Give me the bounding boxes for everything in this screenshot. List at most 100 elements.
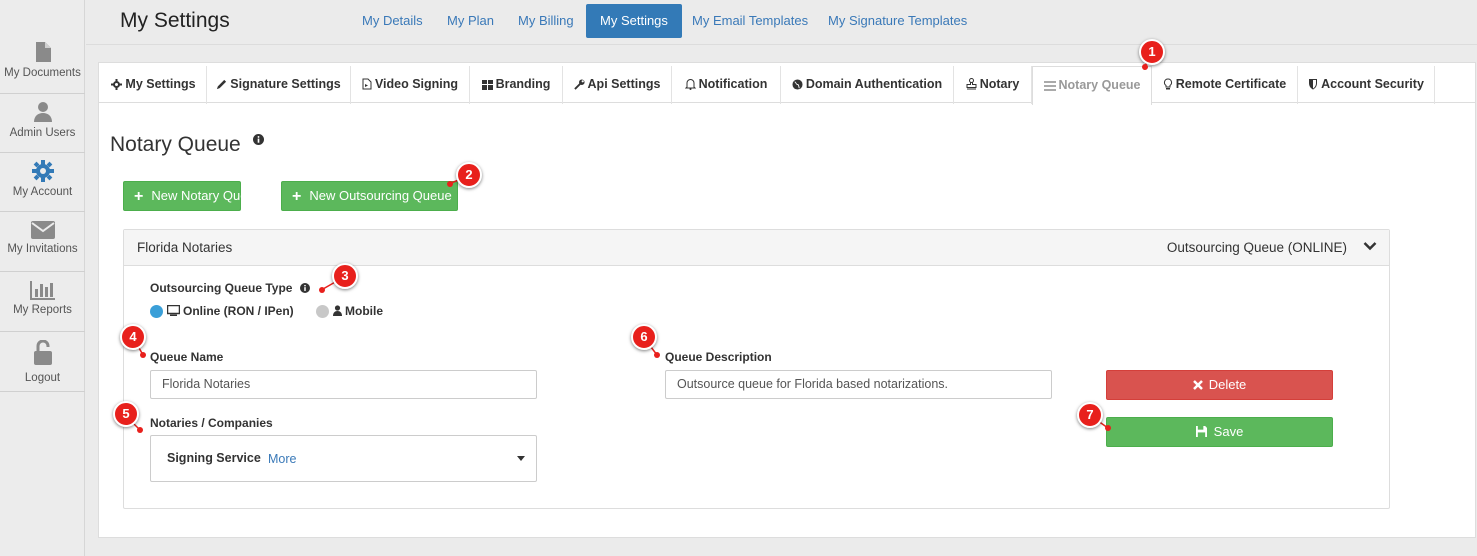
- queue-type-label-text: Outsourcing Queue Type: [150, 281, 293, 295]
- callout-dot-2: [447, 181, 453, 187]
- nav-my-billing[interactable]: My Billing: [504, 4, 588, 38]
- radio-online[interactable]: [150, 305, 163, 318]
- top-header: My Settings My Details My Plan My Billin…: [86, 0, 1477, 45]
- sidebar-item-label: My Documents: [4, 67, 81, 79]
- tab-my-settings[interactable]: My Settings: [101, 66, 207, 104]
- settings-panel: My Settings Signature Settings Video Sig…: [98, 62, 1476, 538]
- sidebar-item-label: Admin Users: [9, 127, 76, 139]
- callout-marker-4: 4: [120, 324, 146, 350]
- callout-dot-5: [137, 427, 143, 433]
- callout-marker-5: 5: [113, 401, 139, 427]
- queue-description-label: Queue Description: [665, 350, 772, 364]
- plus-icon: +: [292, 188, 302, 205]
- sidebar-item-my-documents[interactable]: My Documents: [0, 34, 85, 94]
- tab-label: Api Settings: [587, 77, 661, 91]
- tab-notary-queue[interactable]: Notary Queue: [1032, 66, 1152, 105]
- tab-label: Notary Queue: [1058, 78, 1141, 92]
- gear-icon: [111, 79, 123, 90]
- settings-tabs: My Settings Signature Settings Video Sig…: [99, 63, 1475, 105]
- tab-video-signing[interactable]: Video Signing: [351, 66, 470, 104]
- callout-marker-7: 7: [1077, 402, 1103, 428]
- info-icon[interactable]: [252, 134, 264, 145]
- list-icon: [1043, 81, 1056, 91]
- button-label: New Notary Queue: [151, 188, 262, 203]
- gear-icon: [31, 160, 54, 182]
- radio-online-text: Online (RON / IPen): [183, 304, 294, 318]
- button-label: Save: [1213, 424, 1244, 439]
- tab-branding[interactable]: Branding: [470, 66, 563, 104]
- sidebar-item-my-reports[interactable]: My Reports: [0, 272, 85, 332]
- callout-marker-3: 3: [332, 263, 358, 289]
- queue-name-input[interactable]: Florida Notaries: [150, 370, 537, 399]
- button-label: New Outsourcing Queue: [309, 188, 452, 203]
- nav-my-signature-templates[interactable]: My Signature Templates: [814, 4, 981, 38]
- sidebar: My Documents Admin Users My Account My I…: [0, 0, 85, 556]
- delete-button[interactable]: Delete: [1106, 370, 1333, 400]
- nav-my-plan[interactable]: My Plan: [433, 4, 508, 38]
- tab-notification[interactable]: Notification: [672, 66, 781, 104]
- callout-dot-3: [319, 287, 325, 293]
- tab-label: My Settings: [125, 77, 196, 91]
- tab-account-security[interactable]: Account Security: [1298, 66, 1435, 104]
- notaries-more-link[interactable]: More: [268, 446, 296, 473]
- sidebar-item-label: My Reports: [13, 304, 72, 316]
- envelope-icon: [30, 221, 55, 239]
- sidebar-item-label: My Invitations: [7, 243, 78, 255]
- queue-type-label: Outsourcing Queue Type: [150, 281, 310, 295]
- callout-marker-1: 1: [1139, 39, 1165, 65]
- lightbulb-icon: [1163, 78, 1172, 90]
- notaries-label: Notaries / Companies: [150, 416, 273, 430]
- callout-marker-6: 6: [631, 324, 657, 350]
- notaries-select[interactable]: Signing Service More: [150, 435, 537, 482]
- pencil-icon: [217, 79, 227, 90]
- tab-label: Branding: [495, 77, 551, 91]
- tab-notary[interactable]: Notary: [954, 66, 1032, 104]
- bell-icon: [684, 79, 696, 90]
- tab-label: Domain Authentication: [805, 77, 943, 91]
- radio-mobile-text: Mobile: [345, 304, 383, 318]
- wrench-icon: [573, 79, 585, 90]
- sidebar-item-label: My Account: [12, 186, 73, 198]
- radio-mobile[interactable]: [316, 305, 329, 318]
- tab-api-settings[interactable]: Api Settings: [563, 66, 672, 104]
- nav-my-email-templates[interactable]: My Email Templates: [678, 4, 822, 38]
- tab-label: Notification: [698, 77, 768, 91]
- new-notary-queue-button[interactable]: + New Notary Queue: [123, 181, 262, 211]
- save-button[interactable]: Save: [1106, 417, 1333, 447]
- page-title-text: Notary Queue: [110, 133, 241, 156]
- app-title: My Settings: [120, 9, 230, 32]
- callout-dot-4: [140, 352, 146, 358]
- tab-signature-settings[interactable]: Signature Settings: [207, 66, 351, 104]
- sidebar-item-logout[interactable]: Logout: [0, 332, 85, 392]
- sidebar-item-label: Logout: [24, 372, 61, 384]
- new-outsourcing-queue-button[interactable]: + New Outsourcing Queue: [281, 181, 458, 211]
- queue-description-input[interactable]: Outsource queue for Florida based notari…: [665, 370, 1052, 399]
- nav-my-settings[interactable]: My Settings: [586, 4, 682, 38]
- document-icon: [35, 42, 51, 62]
- info-icon[interactable]: [299, 283, 310, 293]
- video-file-icon: [362, 78, 372, 90]
- nav-my-details[interactable]: My Details: [348, 4, 437, 38]
- tab-label: Remote Certificate: [1175, 77, 1287, 91]
- radio-online-label[interactable]: Online (RON / IPen): [166, 304, 294, 318]
- tab-label: Notary: [979, 77, 1020, 91]
- monitor-icon: [166, 304, 181, 316]
- tab-label: Video Signing: [374, 77, 459, 91]
- tab-remote-certificate[interactable]: Remote Certificate: [1152, 66, 1298, 104]
- chevron-down-icon[interactable]: [1363, 241, 1377, 251]
- sidebar-item-my-invitations[interactable]: My Invitations: [0, 212, 85, 272]
- person-icon: [333, 305, 342, 316]
- sidebar-item-my-account[interactable]: My Account: [0, 153, 85, 212]
- queue-card-header[interactable]: Florida Notaries Outsourcing Queue (ONLI…: [124, 230, 1389, 266]
- caret-down-icon: [517, 456, 525, 461]
- page-title: Notary Queue: [110, 133, 264, 157]
- callout-dot-1: [1142, 64, 1148, 70]
- sidebar-item-admin-users[interactable]: Admin Users: [0, 94, 85, 153]
- radio-mobile-label[interactable]: Mobile: [333, 304, 383, 318]
- tab-domain-authentication[interactable]: Domain Authentication: [781, 66, 954, 104]
- callout-dot-6: [654, 352, 660, 358]
- user-icon: [33, 102, 52, 122]
- close-icon: [1192, 380, 1203, 390]
- tab-label: Account Security: [1321, 77, 1424, 91]
- shield-icon: [1309, 79, 1318, 90]
